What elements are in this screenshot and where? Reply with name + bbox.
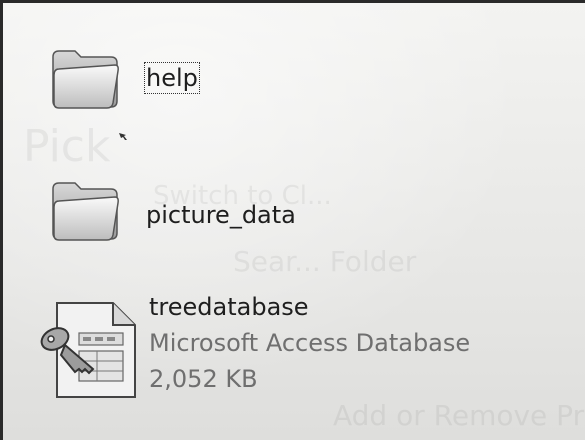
access-database-icon — [35, 299, 141, 411]
file-item-help[interactable]: help — [43, 39, 223, 119]
file-type-label: Microsoft Access Database — [149, 329, 471, 357]
file-item-picture-data[interactable]: picture_data — [43, 173, 343, 253]
file-name-label: help — [144, 62, 200, 94]
file-name-label: treedatabase — [149, 293, 309, 321]
file-size-label: 2,052 KB — [149, 365, 258, 393]
cursor-speck-icon — [119, 133, 127, 140]
ghost-text-1: Pick — [23, 121, 111, 172]
folder-icon — [49, 177, 121, 249]
file-name-label: picture_data — [146, 201, 296, 229]
folder-icon — [49, 45, 121, 117]
file-item-treedatabase[interactable]: treedatabase Microsoft Access Database 2… — [35, 291, 555, 411]
explorer-window: Pick Switch to Cl... Sear... Folder Add … — [0, 0, 585, 440]
